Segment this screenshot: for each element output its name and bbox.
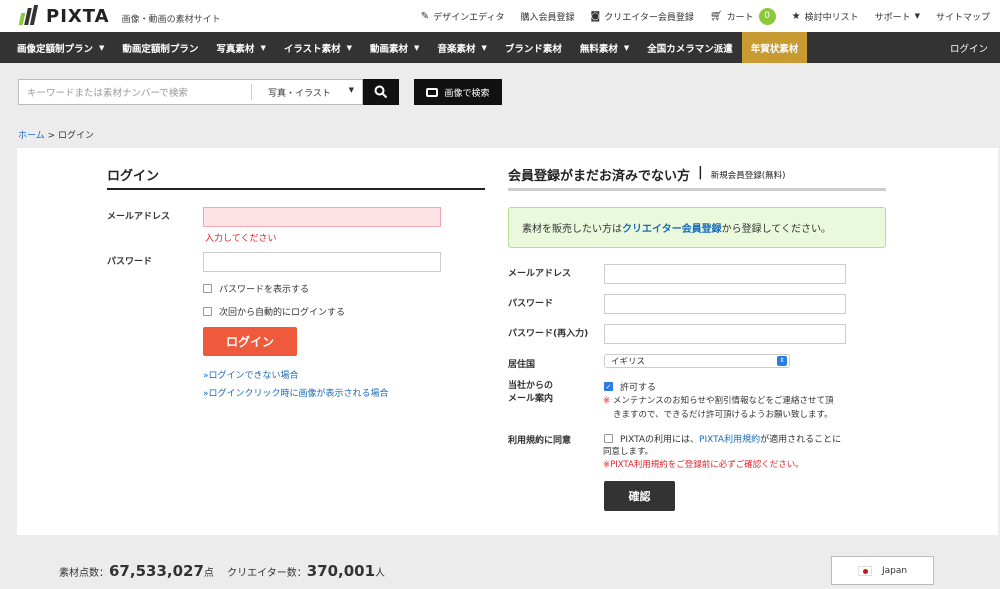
nav-illustrations[interactable]: イラスト素材 ▼	[275, 32, 361, 63]
breadcrumb: ホーム > ログイン	[18, 131, 95, 141]
confirm-button[interactable]: 確認	[604, 481, 675, 511]
cart-count-badge: 0	[758, 7, 776, 25]
register-section: 会員登録がまだお済みでない方 | 新規会員登録(無料)	[508, 165, 886, 191]
cart-icon: 🛒︎	[709, 10, 723, 22]
site-tagline: 画像・動画の素材サイト	[121, 14, 221, 25]
terms-warning: ※PIXTA利用規約をご登録前に必ずご確認ください。	[603, 460, 804, 470]
nav-login-link[interactable]: ログイン	[950, 32, 988, 63]
nav-image-plan[interactable]: 画像定額制プラン ▼	[0, 32, 113, 63]
image-search-button[interactable]: 画像で検索	[414, 79, 502, 105]
wishlist-link[interactable]: ★ 検討中リスト	[792, 10, 859, 23]
terms-link[interactable]: PIXTA利用規約	[699, 432, 760, 445]
design-editor-link[interactable]: ✎ デザインエディタ	[421, 10, 505, 23]
nav-new-year[interactable]: 年賀状素材	[741, 32, 808, 63]
cart-link[interactable]: 🛒︎ カート 0	[709, 7, 776, 25]
login-email-field[interactable]	[203, 207, 441, 227]
login-title: ログイン	[107, 165, 485, 190]
reg-password-field[interactable]	[604, 294, 846, 314]
caret-down-icon: ▼	[346, 43, 353, 52]
reg-email-label: メールアドレス	[508, 269, 572, 279]
login-password-label: パスワード	[107, 257, 153, 267]
login-email-label: メールアドレス	[107, 212, 171, 222]
caret-down-icon: ▼	[348, 85, 354, 94]
camera-icon: ◙	[590, 10, 601, 22]
reg-password-label: パスワード	[508, 299, 554, 309]
reg-password2-field[interactable]	[604, 324, 846, 344]
top-links: ✎ デザインエディタ 購入会員登録 ◙ クリエイター会員登録 🛒︎ カート 0 ★ 検討中…	[405, 0, 990, 32]
buyer-register-link[interactable]: 購入会員登録	[521, 10, 575, 23]
search-category-select[interactable]: 写真・イラスト ▼	[252, 86, 362, 99]
reg-password2-label: パスワード(再入力)	[508, 329, 589, 339]
star-icon: ★	[791, 10, 801, 22]
breadcrumb-home[interactable]: ホーム	[18, 131, 45, 141]
materials-count: 67,533,027	[109, 562, 204, 580]
search-input[interactable]: キーワードまたは素材ナンバーで検索 写真・イラスト ▼	[18, 79, 363, 105]
nav-brand[interactable]: ブランド素材	[496, 32, 571, 63]
support-menu[interactable]: サポート ▼	[875, 10, 920, 23]
terms-label: 利用規約に同意	[508, 436, 572, 446]
image-shown-link[interactable]: »ログインクリック時に画像が表示される場合	[203, 386, 389, 399]
creator-register-link[interactable]: ◙ クリエイター会員登録	[591, 10, 694, 23]
logo-mark-icon	[18, 5, 40, 27]
reg-email-field[interactable]	[604, 264, 846, 284]
allow-mail-checkbox[interactable]: ✓ 許可する	[604, 380, 656, 393]
top-header: PIXTA 画像・動画の素材サイト ✎ デザインエディタ 購入会員登録 ◙ クリエイ…	[0, 0, 1000, 32]
show-password-checkbox[interactable]: パスワードを表示する	[203, 282, 309, 295]
search-placeholder: キーワードまたは素材ナンバーで検索	[27, 88, 188, 99]
login-email-error: 入力してください	[205, 234, 277, 244]
terms-line2: 同意します。	[603, 447, 654, 457]
creator-notice: 素材を販売したい方は クリエイター会員登録 から登録してください。	[508, 207, 886, 248]
login-section: ログイン	[107, 165, 485, 190]
caret-down-icon: ▼	[414, 43, 420, 52]
country-label: 居住国	[508, 360, 536, 370]
search-icon	[374, 85, 388, 99]
mail-guide-label: 当社からの メール案内	[508, 381, 554, 404]
creators-count: 370,001	[306, 562, 376, 580]
register-subtitle: 新規会員登録(無料)	[710, 171, 786, 181]
search-button[interactable]	[363, 79, 399, 105]
terms-checkbox[interactable]: PIXTAの利用には、 PIXTA利用規約 が適用されることに	[604, 432, 841, 445]
auto-login-checkbox[interactable]: 次回から自動的にログインする	[203, 305, 345, 318]
search-bar: キーワードまたは素材ナンバーで検索 写真・イラスト ▼ 画像で検索	[0, 63, 1000, 119]
sitemap-link[interactable]: サイトマップ	[936, 10, 990, 23]
pencil-icon: ✎	[420, 10, 430, 22]
cannot-login-link[interactable]: »ログインできない場合	[203, 368, 299, 381]
caret-down-icon: ▼	[914, 12, 920, 20]
nav-free[interactable]: 無料素材 ▼	[571, 32, 638, 63]
nav-video-plan[interactable]: 動画定額制プラン	[113, 32, 207, 63]
caret-down-icon: ▼	[623, 43, 630, 52]
country-select[interactable]: イギリス ⇕	[604, 354, 790, 368]
breadcrumb-current: ログイン	[58, 131, 95, 141]
nav-videos[interactable]: 動画素材 ▼	[361, 32, 428, 63]
logo-text: PIXTA	[46, 5, 110, 27]
caret-down-icon: ▼	[481, 43, 487, 52]
creator-register-notice-link[interactable]: クリエイター会員登録	[622, 220, 722, 235]
main-nav: 画像定額制プラン ▼ 動画定額制プラン 写真素材 ▼ イラスト素材 ▼ 動画素材 ▼ 音…	[0, 32, 1000, 63]
site-stats: 素材点数：67,533,027点 クリエイター数：370,001人	[59, 562, 386, 580]
nav-photographer[interactable]: 全国カメラマン派遣	[638, 32, 742, 63]
japan-flag-icon	[857, 565, 872, 576]
caret-down-icon: ▼	[99, 43, 105, 52]
select-arrows-icon: ⇕	[777, 356, 787, 366]
nav-photos[interactable]: 写真素材 ▼	[207, 32, 274, 63]
login-button[interactable]: ログイン	[203, 327, 297, 356]
check-icon: ✓	[604, 382, 613, 391]
register-title: 会員登録がまだお済みでない方 | 新規会員登録(無料)	[508, 165, 886, 191]
pixta-logo[interactable]: PIXTA 画像・動画の素材サイト	[18, 5, 221, 27]
mail-note: ※ メンテナンスのお知らせや割引情報などをご連絡させて頂 きますので、できるだけ…	[603, 396, 834, 420]
caret-down-icon: ▼	[260, 43, 266, 52]
language-selector[interactable]: Japan	[831, 556, 934, 585]
camera-icon	[426, 87, 439, 97]
nav-music[interactable]: 音楽素材 ▼	[428, 32, 495, 63]
login-password-field[interactable]	[203, 252, 441, 272]
